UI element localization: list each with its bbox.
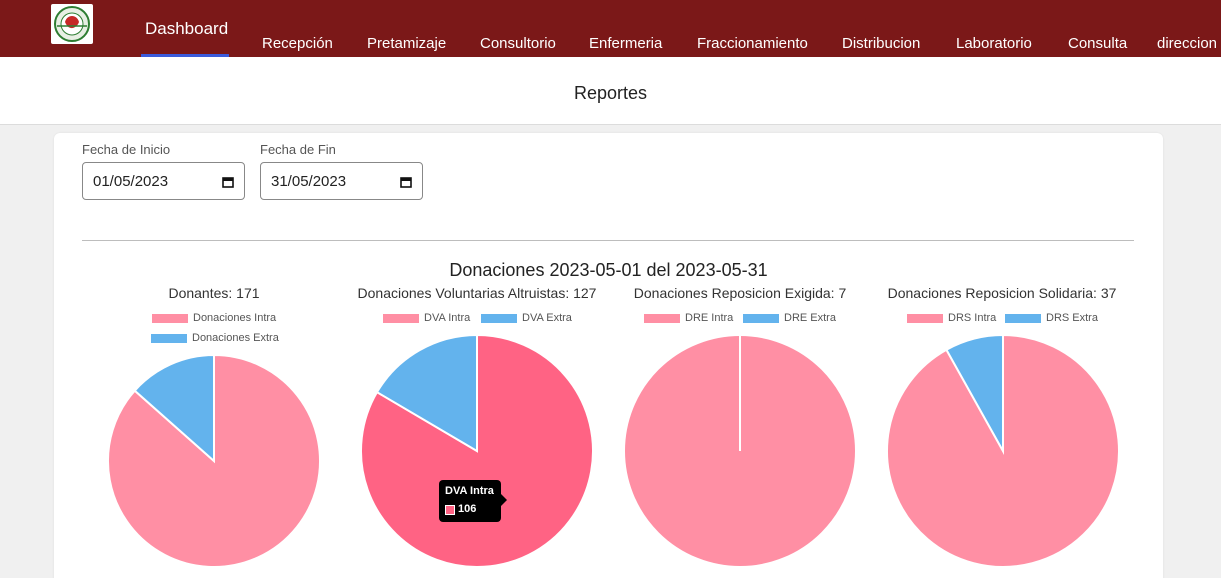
report-card: Fecha de Inicio 01/05/2023 Fecha de Fin … <box>54 133 1163 578</box>
end-date-value: 31/05/2023 <box>271 173 347 190</box>
top-navbar: Dashboard Recepción Pretamizaje Consulto… <box>0 0 1221 57</box>
chart-title-dva: Donaciones Voluntarias Altruistas: 127 <box>357 285 597 301</box>
legend-item[interactable]: Donaciones Intra <box>152 312 276 324</box>
nav-dashboard[interactable]: Dashboard <box>145 19 228 39</box>
legend-label: DRE Extra <box>784 312 836 324</box>
logo[interactable] <box>51 4 93 44</box>
legend-swatch <box>383 313 419 323</box>
nav-direccion[interactable]: direccion <box>1157 35 1217 52</box>
legend-label: DVA Intra <box>424 312 471 324</box>
legend-swatch <box>152 313 188 323</box>
nav-enfermeria[interactable]: Enfermeria <box>589 35 662 52</box>
legend-swatch <box>743 313 779 323</box>
calendar-icon[interactable] <box>222 176 234 188</box>
tooltip-label: DVA Intra <box>445 485 494 497</box>
legend-item[interactable]: DRE Intra <box>644 312 733 324</box>
legend-label: Donaciones Extra <box>192 332 279 344</box>
chart-title-drs: Donaciones Reposicion Solidaria: 37 <box>887 285 1117 301</box>
nav-distribucion[interactable]: Distribucion <box>842 35 920 52</box>
page-header: Reportes <box>0 57 1221 125</box>
legend-label: DRE Intra <box>685 312 734 324</box>
nav-consulta[interactable]: Consulta <box>1068 35 1127 52</box>
legend-label: DRS Intra <box>948 312 997 324</box>
nav-pretamizaje[interactable]: Pretamizaje <box>367 35 446 52</box>
start-date-label: Fecha de Inicio <box>82 142 171 157</box>
tooltip-value: 106 <box>458 503 477 515</box>
legend-item[interactable]: DRS Extra <box>1005 312 1098 324</box>
page-title: Reportes <box>573 83 648 103</box>
legend-item[interactable]: DRE Extra <box>743 312 836 324</box>
start-date-input[interactable]: 01/05/2023 <box>82 162 245 200</box>
nav-recepcion[interactable]: Recepción <box>262 35 333 52</box>
legend-item[interactable]: DRS Intra <box>907 312 996 324</box>
tooltip-swatch <box>445 505 455 515</box>
legend-label: DVA Extra <box>522 312 572 324</box>
legend-swatch <box>1005 313 1041 323</box>
start-date-value: 01/05/2023 <box>93 173 169 190</box>
legend-swatch <box>151 333 187 343</box>
legend-swatch <box>907 313 943 323</box>
legend-item[interactable]: Donaciones Extra <box>151 332 279 344</box>
nav-fraccionamiento[interactable]: Fraccionamiento <box>697 35 808 52</box>
legend-label: DRS Extra <box>1046 312 1098 324</box>
divider <box>82 240 1134 241</box>
legend-swatch <box>644 313 680 323</box>
nav-consultorio[interactable]: Consultorio <box>480 35 556 52</box>
legend-item[interactable]: DVA Extra <box>481 312 572 324</box>
chart-title-dre: Donaciones Reposicion Exigida: 7 <box>633 285 847 301</box>
chart-tooltip: DVA Intra 106 <box>439 480 507 522</box>
end-date-label: Fecha de Fin <box>260 142 336 157</box>
legend-item[interactable]: DVA Intra <box>383 312 470 324</box>
end-date-input[interactable]: 31/05/2023 <box>260 162 423 200</box>
calendar-icon[interactable] <box>400 176 412 188</box>
report-title: Donaciones 2023-05-01 del 2023-05-31 <box>449 260 768 280</box>
nav-laboratorio[interactable]: Laboratorio <box>956 35 1032 52</box>
legend-label: Donaciones Intra <box>193 312 277 324</box>
tooltip-caret <box>501 494 507 506</box>
chart-title-donantes: Donantes: 171 <box>168 285 260 301</box>
legend-swatch <box>481 313 517 323</box>
